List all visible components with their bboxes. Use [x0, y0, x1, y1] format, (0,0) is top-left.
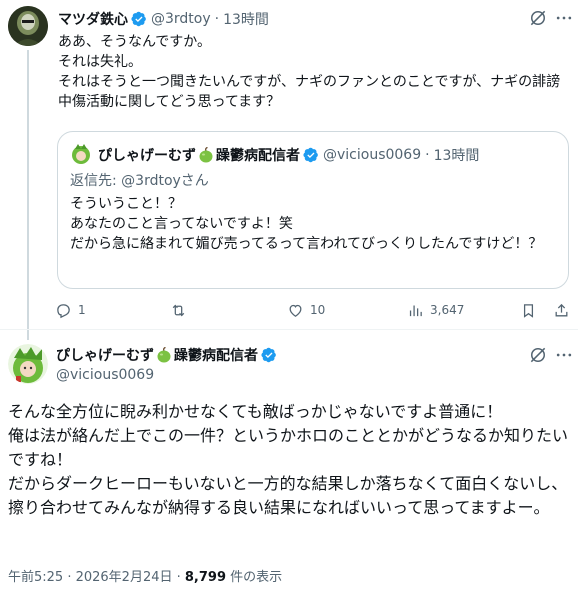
repost-icon [172, 304, 185, 316]
quote-handle[interactable]: @vicious0069 [323, 147, 421, 163]
views-button[interactable]: 3,647 [407, 300, 464, 320]
share-icon [555, 303, 568, 316]
avatar[interactable] [8, 344, 48, 384]
reply-count: 1 [78, 303, 86, 317]
apple-emoji-icon [198, 147, 214, 163]
grok-icon[interactable] [528, 345, 548, 365]
avatar-image [8, 6, 48, 46]
quote-author-row: ぴしゃげーむず 躁鬱病配信者 @vicious0069 · 13時間 [98, 145, 479, 165]
tweet-metadata: 午前5:25 · 2026年2月24日 · 8,799 件の表示 [8, 566, 282, 585]
verified-badge-icon [131, 11, 147, 27]
author-row: ぴしゃげーむず 躁鬱病配信者 [56, 345, 281, 365]
avatar[interactable] [8, 6, 48, 46]
views-count: 3,647 [430, 303, 465, 317]
quoted-tweet[interactable]: ぴしゃげーむず 躁鬱病配信者 @vicious0069 · 13時間 返信先: … [57, 131, 569, 289]
verified-badge-icon [303, 147, 319, 163]
more-icon[interactable] [554, 8, 574, 28]
display-name-suffix[interactable]: 躁鬱病配信者 [174, 345, 258, 365]
bookmark-icon [523, 303, 534, 318]
like-icon [289, 304, 302, 317]
timestamp[interactable]: 13時間 [223, 9, 269, 29]
display-name[interactable]: マツダ鉄心 [58, 9, 128, 29]
reply-icon [57, 303, 70, 318]
like-button[interactable]: 10 [287, 300, 325, 320]
handle[interactable]: @vicious0069 [56, 367, 154, 383]
more-icon[interactable] [554, 345, 574, 365]
main-tweet[interactable]: ぴしゃげーむず 躁鬱病配信者 @vicious0069 そんな全方位に睨み利かせ… [0, 330, 578, 589]
author-row: マツダ鉄心 @3rdtoy · 13時間 [58, 9, 269, 29]
grok-icon[interactable] [528, 8, 548, 28]
tweet-text: そんな全方位に睨み利かせなくても敵ばっかじゃないですよ普通に！ 俺は法が絡んだ上… [8, 402, 569, 517]
reply-button[interactable]: 1 [55, 300, 86, 320]
action-bar: 1 10 3,647 [55, 300, 575, 320]
quote-text: そういうこと！？ あなたのこと言ってないですよ！笑 だから急に絡まれて媚び売って… [70, 196, 543, 252]
apple-emoji-icon [156, 347, 172, 363]
tweet-text: ああ、そうなんですか。 それは失礼。 それはそうと一つ聞きたいんですが、ナギのフ… [58, 34, 561, 110]
view-label: 件の表示 [226, 570, 283, 585]
separator-dot: · [425, 147, 430, 163]
post-timestamp[interactable]: 午前5:25 · 2026年2月24日 · [8, 570, 185, 585]
reply-to-label[interactable]: 返信先: @3rdtoyさん [70, 170, 209, 190]
separator-dot: · [214, 11, 220, 27]
reply-tweet[interactable]: マツダ鉄心 @3rdtoy · 13時間 ああ、そうなんですか。 それは失礼。 … [0, 0, 578, 340]
repost-button[interactable] [170, 300, 193, 320]
quote-display-name-prefix[interactable]: ぴしゃげーむず [98, 145, 196, 165]
views-icon [409, 305, 422, 316]
like-count: 10 [310, 303, 326, 317]
thread-line [27, 50, 29, 340]
share-button[interactable] [553, 300, 570, 320]
bookmark-button[interactable] [520, 300, 537, 320]
verified-badge-icon [261, 347, 277, 363]
handle[interactable]: @3rdtoy [151, 11, 211, 27]
quote-avatar[interactable] [70, 143, 92, 165]
view-count: 8,799 [184, 570, 227, 585]
quote-display-name-suffix[interactable]: 躁鬱病配信者 [216, 145, 300, 165]
display-name-prefix[interactable]: ぴしゃげーむず [56, 345, 154, 365]
quote-timestamp[interactable]: 13時間 [434, 145, 480, 165]
avatar-image [8, 344, 48, 384]
